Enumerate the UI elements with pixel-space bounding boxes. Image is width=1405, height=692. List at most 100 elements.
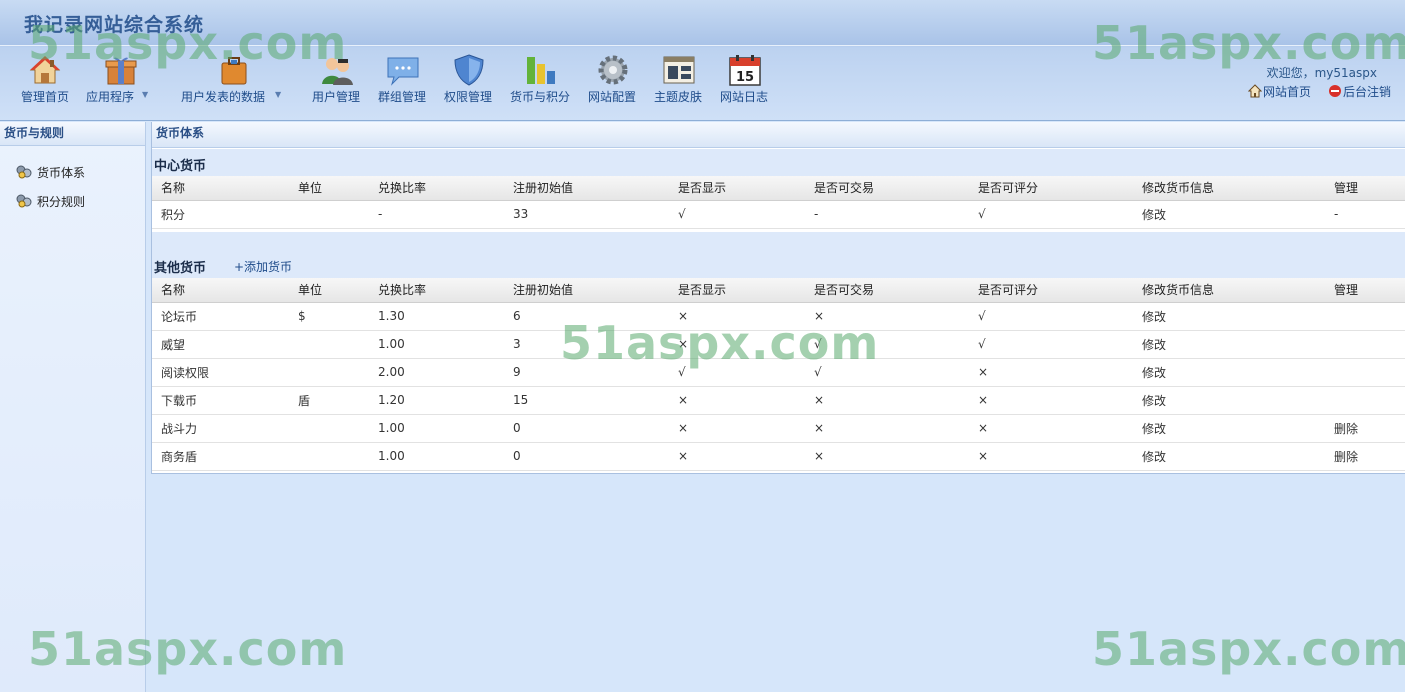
table-cell: × (669, 302, 805, 331)
edit-link[interactable]: 修改 (1133, 200, 1325, 229)
site-title: 我记录网站综合系统 (24, 14, 205, 36)
sidebar: 货币与规则 货币体系 积分规则 (0, 122, 146, 692)
main-panel: 货币体系 中心货币 名称 单位 兑换比率 注册初始值 是否显示 是否可交易 是否可评分 修改货… (151, 122, 1405, 474)
table-cell: 积分 (152, 200, 289, 229)
nav-label: 应用程序 (86, 90, 135, 104)
logout-link[interactable]: 后台注销 (1328, 83, 1391, 100)
edit-link[interactable]: 修改 (1133, 386, 1325, 415)
table-cell: 论坛币 (152, 302, 289, 331)
sidebar-item-label: 积分规则 (37, 195, 86, 209)
nav-label: 用户发表的数据 (181, 90, 266, 104)
nav-item-site-config[interactable]: 网站配置 (587, 52, 639, 108)
table-row: 下载币盾 1.20 15 × × × 修改 (152, 386, 1405, 415)
table-cell: 3 (504, 330, 669, 359)
sidebar-title: 货币与规则 (0, 122, 145, 146)
table-cell: $ (289, 302, 369, 331)
table-cell: × (969, 358, 1133, 387)
title-band (0, 0, 1405, 46)
table-cell (289, 414, 369, 443)
nav-label: 网站日志 (720, 90, 769, 104)
nav-item-theme-skin[interactable]: 主题皮肤 (653, 52, 705, 108)
table-cell: × (805, 302, 969, 331)
gear-icon (596, 54, 630, 86)
watermark: 51aspx.com (1092, 622, 1405, 676)
nav-item-applications[interactable]: 应用程序 ▼ (84, 52, 154, 108)
table-row: 威望 1.00 3 × √ √ 修改 (152, 330, 1405, 359)
table-cell: √ (669, 200, 805, 229)
main-title: 货币体系 (152, 122, 1405, 148)
column-header: 兑换比率 (369, 278, 504, 303)
table-cell (289, 200, 369, 229)
calendar-day-text: 15 (736, 70, 754, 85)
table-cell (289, 442, 369, 471)
table-cell: √ (969, 330, 1133, 359)
nav-item-admin-home[interactable]: 管理首页 (18, 52, 72, 108)
window-layout-icon (662, 54, 696, 86)
edit-link[interactable]: 修改 (1133, 358, 1325, 387)
stop-icon (1328, 84, 1342, 98)
table-cell (1325, 330, 1405, 359)
nav-item-user-posted-data[interactable]: 用户发表的数据 ▼ (180, 52, 286, 108)
edit-link[interactable]: 修改 (1133, 330, 1325, 359)
table-cell: - (369, 200, 504, 229)
table-cell: × (969, 414, 1133, 443)
table-cell: 战斗力 (152, 414, 289, 443)
table-header-row: 名称 单位 兑换比率 注册初始值 是否显示 是否可交易 是否可评分 修改货币信息 管理 (152, 278, 1405, 303)
column-header: 是否可评分 (969, 176, 1133, 201)
briefcase-icon (217, 54, 251, 86)
table-cell: √ (805, 330, 969, 359)
site-home-label: 网站首页 (1263, 85, 1312, 99)
delete-link[interactable]: 删除 (1325, 414, 1405, 443)
center-currency-title: 中心货币 (154, 159, 207, 174)
table-cell: - (1325, 200, 1405, 229)
delete-link[interactable]: 删除 (1325, 442, 1405, 471)
nav-item-group-management[interactable]: 群组管理 (377, 52, 429, 108)
table-cell: × (669, 386, 805, 415)
table-cell: 威望 (152, 330, 289, 359)
table-cell: 1.30 (369, 302, 504, 331)
top-header: 我记录网站综合系统 管理首页 应用程序 ▼ 用户发表的数据 ▼ 用户管理 群组管… (0, 0, 1405, 121)
center-currency-band (152, 149, 1405, 177)
table-cell: 盾 (289, 386, 369, 415)
table-cell (289, 358, 369, 387)
other-currency-title: 其他货币 (154, 261, 207, 276)
bar-chart-icon (524, 54, 558, 86)
column-header: 单位 (289, 278, 369, 303)
calendar-icon: 15 (728, 54, 762, 86)
nav-item-site-log[interactable]: 15 网站日志 (719, 52, 771, 108)
table-cell: 0 (504, 442, 669, 471)
nav-item-currency-and-points[interactable]: 货币与积分 (509, 52, 573, 108)
edit-link[interactable]: 修改 (1133, 414, 1325, 443)
nav-item-user-management[interactable]: 用户管理 (311, 52, 363, 108)
edit-link[interactable]: 修改 (1133, 442, 1325, 471)
column-header: 单位 (289, 176, 369, 201)
chevron-down-icon: ▼ (142, 90, 149, 99)
edit-link[interactable]: 修改 (1133, 302, 1325, 331)
site-home-link[interactable]: 网站首页 (1247, 83, 1312, 100)
column-header: 是否可交易 (805, 176, 969, 201)
column-header: 修改货币信息 (1133, 176, 1325, 201)
table-cell: 2.00 (369, 358, 504, 387)
other-currency-band (152, 232, 1405, 279)
table-cell: 1.00 (369, 414, 504, 443)
gift-box-icon (104, 54, 138, 86)
table-cell: 1.00 (369, 330, 504, 359)
column-header: 修改货币信息 (1133, 278, 1325, 303)
table-cell: 1.00 (369, 442, 504, 471)
nav-label: 网站配置 (588, 90, 637, 104)
table-cell: 6 (504, 302, 669, 331)
house-icon (1247, 84, 1263, 98)
column-header: 是否可交易 (805, 278, 969, 303)
nav-item-permission-management[interactable]: 权限管理 (443, 52, 495, 108)
users-icon (320, 54, 354, 86)
add-currency-link[interactable]: +添加货币 (234, 258, 292, 275)
table-cell: √ (969, 302, 1133, 331)
table-cell: × (805, 386, 969, 415)
nav-label: 货币与积分 (510, 90, 571, 104)
column-header: 兑换比率 (369, 176, 504, 201)
table-cell: × (805, 414, 969, 443)
table-cell: 9 (504, 358, 669, 387)
table-cell: 商务盾 (152, 442, 289, 471)
sidebar-item-currency-system[interactable]: 货币体系 (16, 163, 85, 183)
sidebar-item-points-rules[interactable]: 积分规则 (16, 192, 85, 212)
